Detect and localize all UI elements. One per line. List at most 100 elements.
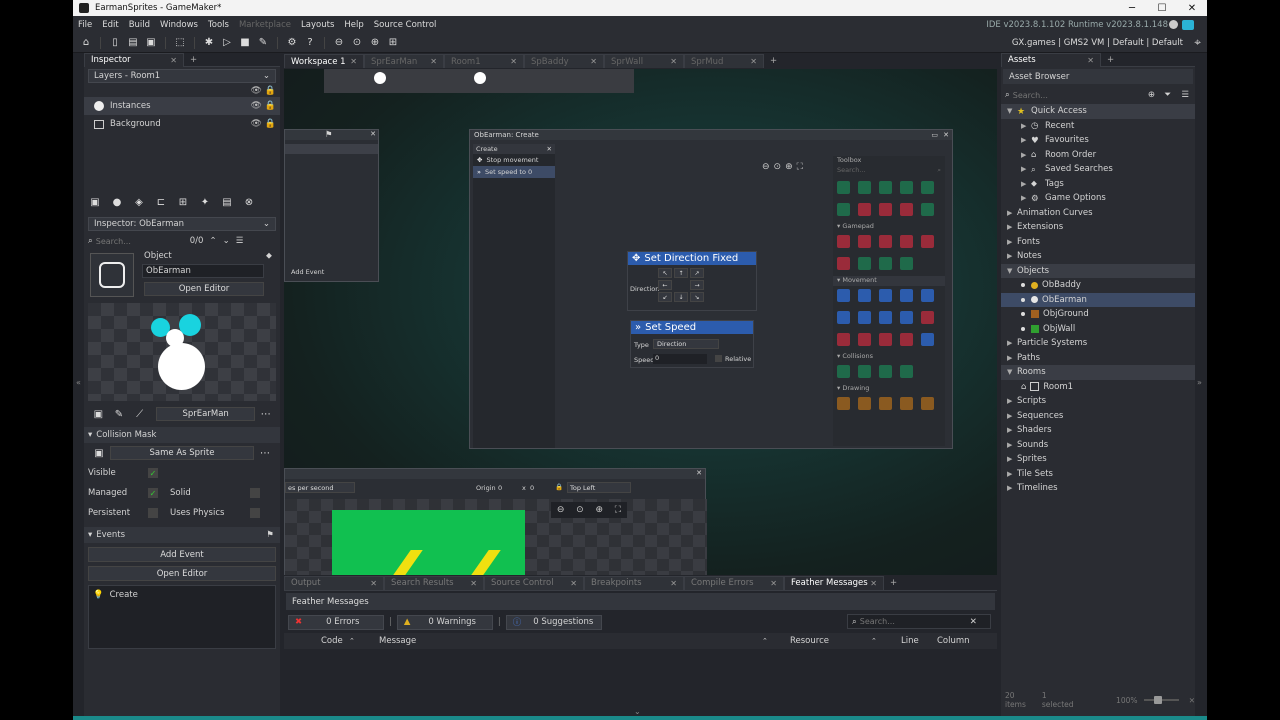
tree-room-order[interactable]: ▶ ⌂ Room Order: [1001, 148, 1195, 163]
movement-action-icon[interactable]: [837, 311, 850, 324]
toolbox-section-movement[interactable]: ▾ Movement: [833, 276, 945, 286]
relative-checkbox[interactable]: [715, 355, 722, 362]
drawing-action-icon[interactable]: [921, 397, 934, 410]
close-icon[interactable]: ✕: [1087, 56, 1094, 65]
movement-action-icon[interactable]: [858, 311, 871, 324]
menu-help[interactable]: Help: [344, 20, 363, 30]
gamepad-action-icon[interactable]: [900, 257, 913, 270]
toolbox-action-icon[interactable]: [900, 203, 913, 216]
close-icon[interactable]: ✕: [870, 579, 877, 588]
close-icon[interactable]: ✕: [370, 579, 377, 588]
movement-action-icon[interactable]: [900, 289, 913, 302]
tree-notes[interactable]: ▶ Notes: [1001, 249, 1195, 264]
cloud-icon[interactable]: [1182, 19, 1194, 30]
zoom-out-icon[interactable]: ⊖: [762, 162, 770, 172]
set-direction-fixed-node[interactable]: ✥ Set Direction Fixed Direction ↖ ↑ ↗ ← → ↙ ↓…: [627, 251, 757, 311]
uses-physics-checkbox[interactable]: [250, 508, 260, 518]
tab-sprwall[interactable]: SprWall ✕: [604, 54, 684, 68]
gamepad-action-icon[interactable]: [858, 235, 871, 248]
create-event-window[interactable]: ObEarman: Create ▭ ✕ Create ✕ ✥ Stop movemen…: [469, 129, 953, 449]
collision-action-icon[interactable]: [858, 365, 871, 378]
gamepad-action-icon[interactable]: [837, 235, 850, 248]
zoom-in-icon[interactable]: ⊕: [368, 36, 382, 50]
zoom-reset-icon[interactable]: ⊙: [774, 162, 782, 172]
close-button[interactable]: ✕: [1177, 0, 1207, 16]
effect-layer-icon[interactable]: ✦: [198, 195, 212, 209]
tree-particle-systems[interactable]: ▶ Particle Systems: [1001, 336, 1195, 351]
close-icon[interactable]: ✕: [750, 57, 757, 66]
previous-icon[interactable]: ⌃: [209, 236, 216, 246]
toolbox-action-icon[interactable]: [837, 203, 850, 216]
workspace-area[interactable]: Workspace 1 ✕ SprEarMan ✕ Room1 ✕ SpBaddy ✕ …: [284, 53, 997, 575]
toolbox-action-icon[interactable]: [858, 181, 871, 194]
menu-icon[interactable]: ☰: [1181, 90, 1189, 100]
collapse-left-icon[interactable]: «: [76, 378, 81, 387]
close-icon[interactable]: ✕: [350, 57, 357, 66]
warnings-filter-button[interactable]: ▲ 0 Warnings: [396, 614, 493, 630]
debug-icon[interactable]: ✱: [202, 36, 216, 50]
managed-checkbox[interactable]: ✓: [148, 488, 158, 498]
movement-action-icon[interactable]: [900, 333, 913, 346]
close-icon[interactable]: ✕: [510, 57, 517, 66]
object-editor-window[interactable]: ⚑ ✕ Add Event: [284, 129, 379, 282]
tile-layer-icon[interactable]: ⊏: [154, 195, 168, 209]
open-project-icon[interactable]: ▤: [126, 36, 140, 50]
tree-game-options[interactable]: ▶ ⚙ Game Options: [1001, 191, 1195, 206]
menu-windows[interactable]: Windows: [160, 20, 198, 30]
toolbox-section-collisions[interactable]: ▾ Collisions: [833, 352, 945, 362]
maximize-icon[interactable]: ▭: [931, 131, 938, 139]
zoom-in-icon[interactable]: ⊕: [785, 162, 793, 172]
collision-action-icon[interactable]: [837, 365, 850, 378]
search-input[interactable]: [95, 236, 186, 246]
close-icon[interactable]: ✕: [670, 57, 677, 66]
type-dropdown[interactable]: Direction: [653, 339, 719, 349]
object-name-field[interactable]: ObEarman: [142, 264, 264, 278]
toolbox-action-icon[interactable]: [879, 203, 892, 216]
preferences-icon[interactable]: ⚙: [285, 36, 299, 50]
eye-lock-icon[interactable]: 👁 🔒: [251, 119, 277, 129]
column-line[interactable]: Line: [901, 636, 919, 646]
tree-objwall[interactable]: ObjWall: [1001, 322, 1195, 337]
toolbox-section-drawing[interactable]: ▾ Drawing: [833, 384, 945, 394]
collapse-panel-icon[interactable]: ⌄: [634, 707, 641, 716]
tab-inspector[interactable]: Inspector ✕: [84, 52, 184, 67]
collision-mask-selector[interactable]: Same As Sprite: [109, 446, 255, 460]
movement-action-icon[interactable]: [837, 333, 850, 346]
menu-tools[interactable]: Tools: [208, 20, 229, 30]
close-icon[interactable]: ✕: [547, 145, 552, 153]
zoom-out-icon[interactable]: ⊖: [332, 36, 346, 50]
help-icon[interactable]: ?: [303, 36, 317, 50]
tab-room1[interactable]: Room1 ✕: [444, 54, 524, 68]
menu-build[interactable]: Build: [129, 20, 150, 30]
close-icon[interactable]: ✕: [430, 57, 437, 66]
solid-checkbox[interactable]: [250, 488, 260, 498]
gamepad-action-icon[interactable]: [900, 235, 913, 248]
tree-quick-access[interactable]: ▼ ★ Quick Access: [1001, 104, 1195, 119]
movement-action-icon[interactable]: [879, 289, 892, 302]
pencil-icon[interactable]: ✎: [113, 407, 126, 421]
movement-action-icon[interactable]: [858, 333, 871, 346]
tree-sounds[interactable]: ▶ Sounds: [1001, 438, 1195, 453]
layer-instances[interactable]: Instances 👁 🔒: [84, 97, 280, 115]
toolbox-section-gamepad[interactable]: ▾ Gamepad: [833, 222, 945, 232]
sprite-editor-window[interactable]: ✕ es per second Origin 0 x 0 🔒 Top Left …: [284, 468, 707, 575]
background-layer-icon[interactable]: ▣: [88, 195, 102, 209]
action-set-speed[interactable]: » Set speed to 0: [473, 166, 555, 178]
drawing-action-icon[interactable]: [837, 397, 850, 410]
direction-down-left-icon[interactable]: ↙: [658, 292, 672, 302]
close-icon[interactable]: ✕: [670, 579, 677, 588]
zoom-out-icon[interactable]: ⊖: [557, 505, 565, 515]
movement-action-icon[interactable]: [879, 333, 892, 346]
sprite-edit-icon[interactable]: ▣: [92, 407, 105, 421]
toolbox-action-icon[interactable]: [858, 203, 871, 216]
direction-down-icon[interactable]: ↓: [674, 292, 688, 302]
collision-action-icon[interactable]: [900, 365, 913, 378]
user-icon[interactable]: [1169, 20, 1178, 29]
tree-tags[interactable]: ▶ ⬥ Tags: [1001, 177, 1195, 192]
layers-dropdown[interactable]: Layers - Room1 ⌄: [88, 69, 276, 83]
collision-mask-header[interactable]: ▾ Collision Mask: [84, 427, 280, 443]
zoom-reset-icon[interactable]: ⊙: [576, 505, 584, 515]
filter-icon[interactable]: ☰: [236, 236, 244, 246]
zoom-slider[interactable]: [1143, 696, 1179, 704]
stop-icon[interactable]: ■: [238, 36, 252, 50]
